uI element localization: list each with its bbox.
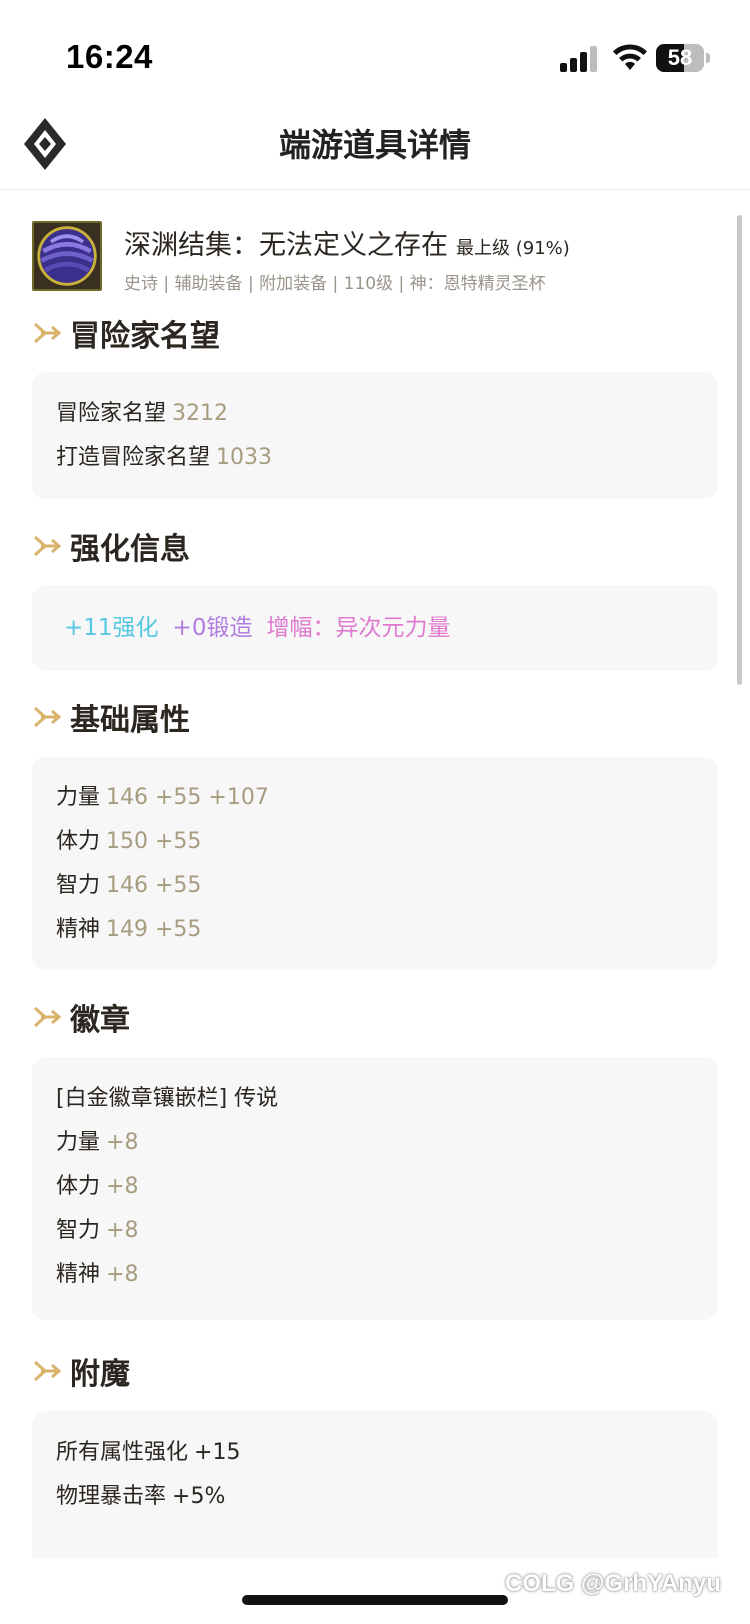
stat-label: 体力 — [56, 829, 101, 854]
emblem-card: [白金徽章镶嵌栏] 传说 力量 +8 体力 +8 智力 +8 精神 +8 — [32, 1057, 718, 1320]
stat-row: 体力 +8 — [56, 1165, 694, 1209]
stat-row: 智力 +8 — [56, 1209, 694, 1253]
status-bar: 16:24 58 — [0, 0, 750, 100]
stat-row: 精神 +8 — [56, 1253, 694, 1297]
double-chevron-arrow-icon — [33, 1006, 62, 1028]
item-tag-level: 110级 — [333, 274, 394, 294]
item-name: 深渊结集：无法定义之存在 — [124, 230, 448, 261]
stat-row: 物理暴击率 +5% — [56, 1475, 694, 1519]
stat-label: 所有属性强化 — [56, 1440, 189, 1465]
stat-value: 3212 — [172, 401, 229, 426]
stat-label: 精神 — [56, 917, 101, 942]
section-title-text: 冒险家名望 — [70, 319, 220, 354]
stat-value: +8 — [106, 1262, 139, 1287]
section-title-text: 徽章 — [70, 1003, 130, 1038]
section-title-emblem: 徽章 — [32, 997, 130, 1038]
section-title-text: 附魔 — [70, 1357, 130, 1392]
stat-row: 打造冒险家名望 1033 — [56, 436, 694, 480]
stat-value: +8 — [106, 1174, 139, 1199]
emblem-slot: [白金徽章镶嵌栏] 传说 — [56, 1086, 279, 1111]
item-tag-slot: 辅助装备 — [163, 274, 242, 294]
section-title-reputation: 冒险家名望 — [32, 313, 220, 354]
stat-row: 体力 150 +55 — [56, 820, 694, 864]
page-title: 端游道具详情 — [278, 126, 471, 164]
reinforce-level: +11强化 — [64, 615, 159, 641]
reputation-card: 冒险家名望 3212 打造冒险家名望 1033 — [32, 372, 718, 499]
cellular-signal-icon — [560, 46, 598, 72]
stat-value: +15 — [194, 1440, 241, 1465]
enhance-info-row: +11强化 +0锻造 增幅：异次元力量 — [64, 610, 686, 646]
wifi-icon — [613, 44, 647, 70]
item-tag-god: 神：恩特精灵圣杯 — [399, 274, 546, 294]
stat-value: 149 +55 — [106, 917, 202, 942]
battery-icon: 58 — [656, 44, 710, 72]
stat-label: 打造冒险家名望 — [56, 445, 211, 470]
stat-row: 精神 149 +55 — [56, 908, 694, 952]
forge-level: +0锻造 — [172, 615, 253, 641]
stat-row: 冒险家名望 3212 — [56, 392, 694, 436]
abyss-orb-item-icon — [32, 221, 102, 291]
item-title: 深渊结集：无法定义之存在 最上级 (91%) — [124, 223, 570, 262]
item-tag-type: 附加装备 — [248, 274, 327, 294]
enhance-card: +11强化 +0锻造 增幅：异次元力量 — [32, 585, 718, 671]
stat-value: +8 — [106, 1130, 139, 1155]
stat-value: +5% — [172, 1484, 226, 1509]
stat-label: 智力 — [56, 873, 101, 898]
status-time: 16:24 — [66, 38, 153, 75]
double-chevron-arrow-icon — [33, 1360, 62, 1382]
stat-value: 146 +55 +107 — [106, 785, 269, 810]
double-chevron-arrow-icon — [33, 706, 62, 728]
item-tags: 史诗 辅助装备 附加装备 110级 神：恩特精灵圣杯 — [124, 269, 546, 294]
stat-value: 150 +55 — [106, 829, 202, 854]
section-title-text: 基础属性 — [70, 703, 190, 738]
stat-label: 力量 — [56, 785, 101, 810]
section-title-enhance: 强化信息 — [32, 526, 190, 567]
enchant-card: 所有属性强化 +15 物理暴击率 +5% — [32, 1411, 718, 1558]
home-indicator[interactable] — [242, 1595, 508, 1605]
base-stats-card: 力量 146 +55 +107 体力 150 +55 智力 146 +55 精神 149… — [32, 757, 718, 970]
double-chevron-arrow-icon — [33, 322, 62, 344]
item-detail-content[interactable]: 深渊结集：无法定义之存在最上级 (91%) 史诗 辅助装备 附加装备 110级 … — [0, 191, 750, 1558]
stat-label: 力量 — [56, 1130, 101, 1155]
item-level: 最上级 (91%) — [456, 238, 570, 259]
section-title-enchant: 附魔 — [32, 1351, 130, 1392]
scrollbar[interactable] — [737, 215, 742, 685]
section-title-text: 强化信息 — [70, 532, 190, 567]
stat-value: 146 +55 — [106, 873, 202, 898]
stat-row: 所有属性强化 +15 — [56, 1431, 694, 1475]
double-chevron-arrow-icon — [33, 535, 62, 557]
item-header: 深渊结集：无法定义之存在最上级 (91%) 史诗 辅助装备 附加装备 110级 … — [32, 221, 712, 294]
stat-label: 冒险家名望 — [56, 401, 167, 426]
stat-row: 力量 +8 — [56, 1121, 694, 1165]
stat-row: 智力 146 +55 — [56, 864, 694, 908]
stat-label: 物理暴击率 — [56, 1484, 167, 1509]
stat-label: 体力 — [56, 1174, 101, 1199]
watermark: COLG @GrhYAnyu — [505, 1570, 721, 1597]
section-title-base-stats: 基础属性 — [32, 697, 190, 738]
stat-row: 力量 146 +55 +107 — [56, 776, 694, 820]
stat-value: +8 — [106, 1218, 139, 1243]
nav-bar: 端游道具详情 — [0, 100, 750, 190]
stat-label: 智力 — [56, 1218, 101, 1243]
stat-label: 精神 — [56, 1262, 101, 1287]
stat-value: 1033 — [216, 445, 273, 470]
amplify-info: 增幅：异次元力量 — [266, 615, 451, 641]
battery-level-text: 58 — [667, 45, 693, 70]
item-tag-rarity: 史诗 — [124, 274, 158, 294]
